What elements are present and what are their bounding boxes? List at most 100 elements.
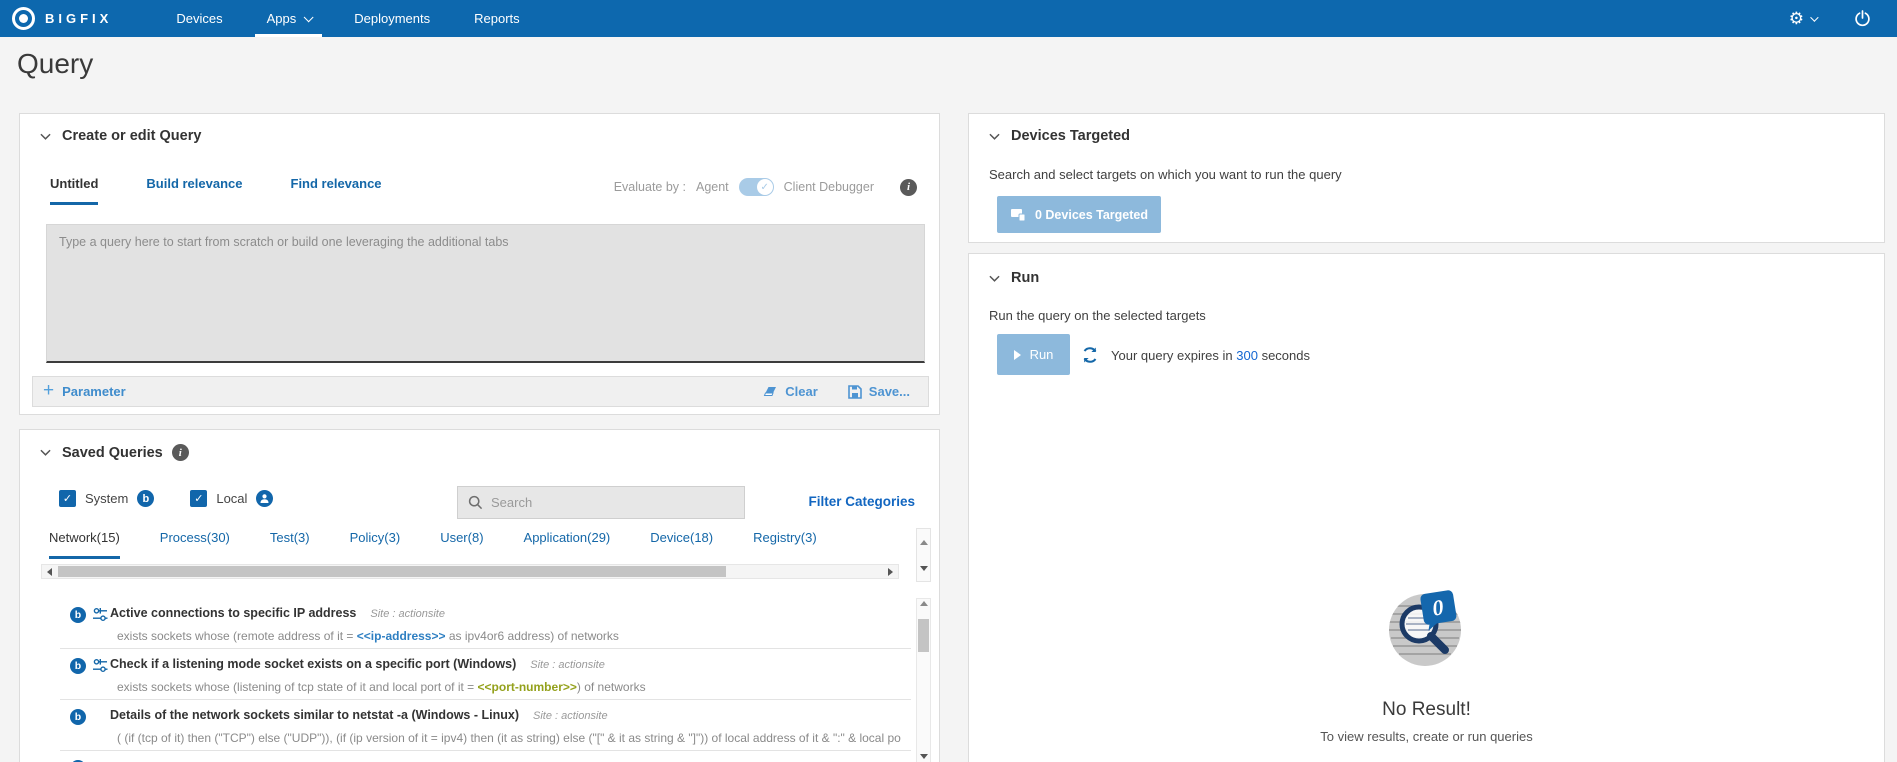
- info-icon[interactable]: i: [900, 179, 917, 196]
- no-result-subtitle: To view results, create or run queries: [969, 729, 1884, 744]
- brand-name: BIGFIX: [45, 11, 112, 26]
- devices-targeted-card: Devices Targeted Search and select targe…: [968, 113, 1885, 243]
- bigfix-logo-icon: b: [70, 709, 86, 725]
- query-site-label: Site : actionsite: [530, 659, 605, 671]
- scroll-right-icon: [888, 568, 893, 576]
- power-icon[interactable]: [1854, 10, 1871, 27]
- saved-query-row-partial[interactable]: b: [60, 751, 911, 762]
- page-title: Query: [17, 48, 93, 80]
- info-icon[interactable]: i: [172, 444, 189, 461]
- search-input[interactable]: [491, 495, 734, 510]
- filter-local[interactable]: ✓ Local: [190, 490, 273, 507]
- scroll-left-icon: [47, 568, 52, 576]
- toggle-knob: ✓: [757, 179, 773, 195]
- category-tab-policy[interactable]: Policy(3): [350, 530, 401, 559]
- query-title: Details of the network sockets similar t…: [110, 708, 608, 722]
- save-button[interactable]: Save...: [848, 384, 910, 399]
- collapse-chevron-icon: [989, 131, 1000, 142]
- editor-tab-find-relevance[interactable]: Find relevance: [291, 176, 382, 205]
- category-tab-test[interactable]: Test(3): [270, 530, 310, 559]
- collapse-chevron-icon: [989, 273, 1000, 284]
- refresh-icon[interactable]: [1081, 346, 1099, 364]
- nav-item-apps[interactable]: Apps: [245, 0, 333, 37]
- evaluate-by-control: Evaluate by : Agent ✓ Client Debugger i: [614, 178, 917, 196]
- saved-queries-card: Saved Queries i ✓ System b ✓ Local Filter Ca…: [19, 429, 940, 762]
- editor-tab-untitled[interactable]: Untitled: [50, 176, 98, 205]
- editor-tab-build-relevance[interactable]: Build relevance: [146, 176, 242, 205]
- vscroll-thumb[interactable]: [918, 619, 929, 652]
- nav-item-devices[interactable]: Devices: [154, 0, 244, 37]
- relevance-parameter: <<port-number>>: [478, 680, 577, 694]
- run-header[interactable]: Run: [989, 270, 1039, 286]
- evaluate-toggle[interactable]: ✓: [739, 178, 774, 196]
- category-tab-network[interactable]: Network(15): [49, 530, 120, 559]
- category-tabs: Network(15) Process(30) Test(3) Policy(3) Us…: [49, 530, 817, 559]
- eraser-icon: [763, 385, 778, 398]
- run-button[interactable]: Run: [997, 334, 1070, 375]
- saved-queries-title: Saved Queries: [62, 445, 163, 461]
- scroll-up-icon: [920, 601, 928, 606]
- bigfix-logo-icon: b: [70, 607, 86, 623]
- saved-query-row[interactable]: bActive connections to specific IP addre…: [60, 598, 911, 649]
- saved-queries-header[interactable]: Saved Queries i: [40, 444, 189, 461]
- devices-targeted-header[interactable]: Devices Targeted: [989, 128, 1130, 144]
- run-card: Run Run the query on the selected target…: [968, 253, 1885, 762]
- gear-icon: ⚙: [1789, 10, 1804, 27]
- filter-categories-link[interactable]: Filter Categories: [808, 494, 915, 509]
- query-text-input[interactable]: [46, 224, 925, 363]
- collapse-chevron-icon: [40, 131, 51, 142]
- settings-menu[interactable]: ⚙: [1789, 10, 1816, 27]
- local-checkbox[interactable]: ✓: [190, 490, 207, 507]
- query-relevance-text: exists sockets whose (listening of tcp s…: [117, 680, 901, 694]
- parameter-flow-icon: [92, 607, 108, 622]
- evaluate-client-debugger-label: Client Debugger: [784, 180, 874, 194]
- chevron-down-icon: [1810, 13, 1818, 21]
- editor-section-title: Create or edit Query: [62, 128, 201, 144]
- scroll-up-icon: [920, 540, 928, 545]
- editor-section-header[interactable]: Create or edit Query: [40, 128, 201, 144]
- plus-icon: +: [43, 381, 54, 400]
- no-result-block: 0 No Result! To view results, create or …: [969, 584, 1884, 744]
- create-or-edit-query-card: Create or edit Query Untitled Build relev…: [19, 113, 940, 415]
- add-parameter-button[interactable]: + Parameter: [43, 383, 126, 400]
- hscroll-thumb[interactable]: [58, 566, 726, 577]
- devices-targeted-title: Devices Targeted: [1011, 128, 1130, 144]
- save-floppy-icon: [848, 385, 862, 399]
- scroll-down-icon: [920, 754, 928, 759]
- no-result-illustration: 0: [1381, 584, 1473, 676]
- list-vertical-scrollbar[interactable]: [916, 598, 931, 762]
- person-icon: [256, 490, 273, 507]
- category-tab-user[interactable]: User(8): [440, 530, 483, 559]
- expiry-text: Your query expires in 300 seconds: [1111, 348, 1310, 363]
- category-tab-device[interactable]: Device(18): [650, 530, 713, 559]
- devices-targeted-button[interactable]: 0 Devices Targeted: [997, 196, 1161, 233]
- play-icon: [1014, 350, 1021, 360]
- bigfix-logo-icon: b: [70, 658, 86, 674]
- devices-targeted-description: Search and select targets on which you w…: [989, 167, 1342, 182]
- top-navbar: BIGFIX DevicesAppsDeploymentsReports ⚙: [0, 0, 1897, 37]
- nav-item-reports[interactable]: Reports: [452, 0, 542, 37]
- tabs-vertical-scrollbar[interactable]: [916, 528, 931, 582]
- category-tab-application[interactable]: Application(29): [524, 530, 611, 559]
- local-label: Local: [216, 491, 247, 506]
- navbar-right: ⚙: [1789, 0, 1897, 37]
- system-label: System: [85, 491, 128, 506]
- clear-button[interactable]: Clear: [763, 384, 818, 399]
- category-tab-process[interactable]: Process(30): [160, 530, 230, 559]
- no-result-title: No Result!: [969, 699, 1884, 721]
- search-icon: [468, 495, 483, 510]
- category-tab-registry[interactable]: Registry(3): [753, 530, 817, 559]
- query-title: Check if a listening mode socket exists …: [110, 657, 605, 671]
- collapse-chevron-icon: [40, 447, 51, 458]
- filter-system[interactable]: ✓Systemb: [59, 490, 154, 507]
- nav-item-deployments[interactable]: Deployments: [332, 0, 452, 37]
- system-checkbox[interactable]: ✓: [59, 490, 76, 507]
- saved-queries-search: [457, 486, 745, 519]
- saved-query-row[interactable]: b Details of the network sockets similar …: [60, 700, 911, 751]
- editor-tabs: Untitled Build relevance Find relevance: [50, 176, 382, 205]
- query-relevance-text: exists sockets whose (remote address of …: [117, 629, 901, 643]
- bigfix-logo[interactable]: BIGFIX: [0, 0, 126, 37]
- saved-query-row[interactable]: b Check if a listening mode socket exists…: [60, 649, 911, 700]
- tabs-horizontal-scrollbar[interactable]: [41, 564, 899, 579]
- bigfix-logo-icon: [12, 7, 35, 30]
